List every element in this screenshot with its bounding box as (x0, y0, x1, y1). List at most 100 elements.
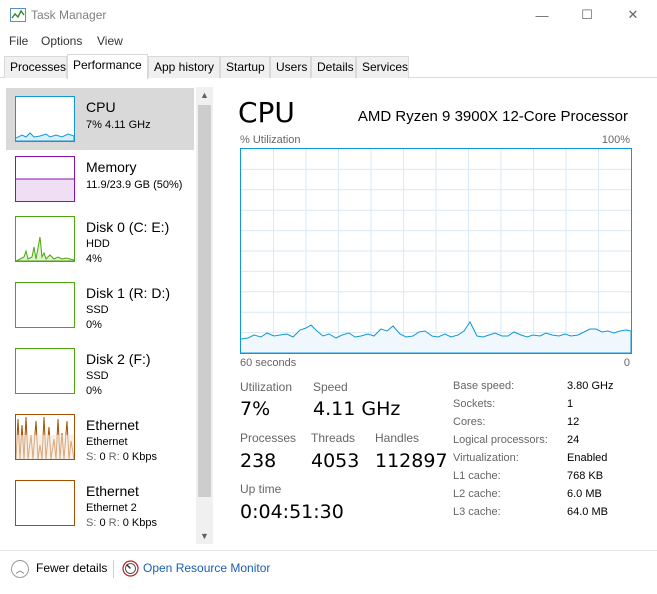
handles-label: Handles (375, 431, 420, 445)
cpu-detail-panel: CPU AMD Ryzen 9 3900X 12-Core Processor … (222, 84, 652, 546)
spec-label: L2 cache: (453, 488, 501, 500)
open-resource-monitor-link[interactable]: Open Resource Monitor (143, 561, 270, 575)
uptime-value: 0:04:51:30 (240, 501, 344, 523)
sidebar-item-disk-1[interactable]: Disk 1 (R: D:) SSD 0% (6, 274, 194, 336)
graph-time-label: 60 seconds (240, 357, 297, 369)
cpu-graph-svg (240, 149, 632, 354)
resource-list: CPU 7% 4.11 GHz Memory 11.9/23.9 GB (50%… (6, 84, 214, 546)
sidebar-item-type: SSD (86, 304, 109, 316)
sidebar-item-adapter: Ethernet 2 (86, 502, 137, 514)
tab-app-history[interactable]: App history (148, 56, 220, 78)
sidebar-item-type: HDD (86, 238, 110, 250)
spec-value: 64.0 MB (567, 506, 608, 518)
sidebar-item-name: Disk 1 (R: D:) (86, 285, 170, 301)
ethernet-thumbnail (15, 414, 75, 460)
spec-label: Sockets: (453, 398, 496, 410)
close-button[interactable]: ✕ (610, 0, 656, 30)
tab-performance[interactable]: Performance (67, 54, 148, 79)
utilization-max-label: 100% (601, 134, 630, 146)
sidebar-item-name: CPU (86, 99, 116, 115)
maximize-button[interactable]: ☐ (564, 0, 610, 30)
spec-label: Base speed: (453, 380, 515, 392)
minimize-button[interactable]: — (519, 0, 565, 30)
processor-model: AMD Ryzen 9 3900X 12-Core Processor (357, 108, 628, 125)
spec-value: 3.80 GHz (567, 380, 614, 392)
utilization-label: Utilization (240, 380, 293, 394)
spec-value: 768 KB (567, 470, 604, 482)
tab-services[interactable]: Services (356, 56, 409, 78)
sidebar-item-type: SSD (86, 370, 109, 382)
task-manager-icon (10, 8, 26, 22)
spec-value: 24 (567, 434, 580, 446)
resource-monitor-icon[interactable] (122, 560, 139, 577)
sidebar-item-detail: 11.9/23.9 GB (50%) (86, 179, 183, 191)
spec-value: 6.0 MB (567, 488, 602, 500)
footer-bar: ︿ Fewer details Open Resource Monitor (0, 550, 657, 594)
spec-value: 12 (567, 416, 580, 428)
spec-value: Enabled (567, 452, 608, 464)
handles-value: 112897 (375, 450, 448, 472)
utilization-value: 7% (240, 398, 271, 420)
sidebar-scrollbar[interactable]: ▲ ▼ (196, 87, 213, 544)
scroll-down-icon[interactable]: ▼ (196, 528, 213, 544)
sidebar-item-name: Disk 0 (C: E:) (86, 219, 170, 235)
spec-label: L1 cache: (453, 470, 501, 482)
sidebar-item-name: Disk 2 (F:) (86, 351, 151, 367)
close-icon: ✕ (627, 7, 639, 22)
spec-label: Cores: (453, 416, 486, 428)
sidebar-item-usage: 4% (86, 253, 102, 265)
speed-label: Speed (313, 380, 348, 394)
disk-0-thumbnail (15, 216, 75, 262)
tab-startup[interactable]: Startup (220, 56, 270, 78)
disk-2-thumbnail (15, 348, 75, 394)
tab-details[interactable]: Details (311, 56, 356, 78)
sidebar-item-usage: 0% (86, 385, 102, 397)
scrollbar-thumb[interactable] (198, 105, 211, 497)
tab-processes[interactable]: Processes (4, 56, 67, 78)
page-title: CPU (238, 96, 295, 129)
scroll-up-icon[interactable]: ▲ (196, 87, 213, 103)
maximize-icon: ☐ (581, 7, 593, 22)
memory-thumbnail (15, 156, 75, 202)
sidebar-item-cpu[interactable]: CPU 7% 4.11 GHz (6, 88, 194, 150)
disk-1-thumbnail (15, 282, 75, 328)
threads-value: 4053 (311, 450, 360, 472)
processes-label: Processes (240, 431, 297, 445)
chevron-up-icon[interactable]: ︿ (11, 560, 29, 578)
menu-bar: File Options View (0, 30, 657, 52)
sidebar-item-disk-2[interactable]: Disk 2 (F:) SSD 0% (6, 340, 194, 402)
footer-divider (113, 560, 114, 578)
sidebar-item-throughput: S: 0 R: 0 Kbps (86, 517, 157, 529)
threads-label: Threads (311, 431, 356, 445)
minimize-icon: — (535, 7, 549, 23)
sidebar-item-throughput: S: 0 R: 0 Kbps (86, 451, 157, 463)
uptime-label: Up time (240, 482, 282, 496)
tab-users[interactable]: Users (270, 56, 311, 78)
menu-view[interactable]: View (97, 34, 123, 48)
processes-value: 238 (240, 450, 277, 472)
cpu-thumbnail (15, 96, 75, 142)
sidebar-item-memory[interactable]: Memory 11.9/23.9 GB (50%) (6, 148, 194, 210)
sidebar-item-adapter: Ethernet (86, 436, 128, 448)
spec-label: Virtualization: (453, 452, 519, 464)
sidebar-item-detail: 7% 4.11 GHz (86, 119, 151, 131)
speed-value: 4.11 GHz (313, 398, 401, 420)
tab-strip: Processes Performance App history Startu… (0, 54, 657, 79)
sidebar-item-disk-0[interactable]: Disk 0 (C: E:) HDD 4% (6, 208, 194, 270)
spec-value: 1 (567, 398, 574, 410)
sidebar-item-name: Memory (86, 159, 137, 175)
menu-file[interactable]: File (9, 34, 28, 48)
utilization-axis-label: % Utilization (240, 134, 301, 146)
sidebar-item-ethernet-2[interactable]: Ethernet Ethernet 2 S: 0 R: 0 Kbps (6, 472, 194, 534)
graph-end-label: 0 (623, 357, 630, 369)
sidebar-item-usage: 0% (86, 319, 102, 331)
sidebar-item-name: Ethernet (86, 483, 139, 499)
window-title: Task Manager (31, 8, 107, 22)
ethernet-2-thumbnail (15, 480, 75, 526)
spec-label: L3 cache: (453, 506, 501, 518)
cpu-utilization-graph (240, 148, 632, 354)
spec-label: Logical processors: (453, 434, 548, 446)
menu-options[interactable]: Options (41, 34, 82, 48)
sidebar-item-ethernet[interactable]: Ethernet Ethernet S: 0 R: 0 Kbps (6, 406, 194, 468)
fewer-details-button[interactable]: Fewer details (36, 561, 107, 575)
